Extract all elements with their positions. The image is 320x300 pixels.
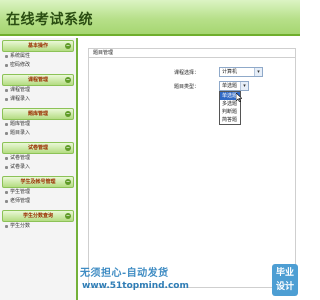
collapse-icon[interactable]: − <box>65 179 71 185</box>
menu-item-system-properties[interactable]: 系统属性 <box>2 52 74 61</box>
group-header-scores[interactable]: 学生分数查询 − <box>2 210 74 222</box>
menu-item-label: 系统属性 <box>10 53 31 59</box>
bullet-icon <box>5 64 8 67</box>
menu-item-exam-entry[interactable]: 试卷录入 <box>2 163 74 172</box>
collapse-icon[interactable]: − <box>65 77 71 83</box>
menu-item-student-scores[interactable]: 学生分数 <box>2 222 74 231</box>
menu-item-course-manage[interactable]: 课程管理 <box>2 86 74 95</box>
menu-item-label: 课程录入 <box>10 96 31 102</box>
app-header: 在线考试系统 <box>0 0 300 36</box>
group-header-exam[interactable]: 试卷管理 − <box>2 142 74 154</box>
group-header-basic[interactable]: 基本操作 − <box>2 40 74 52</box>
dropdown-option-short-answer[interactable]: 简答题 <box>220 116 240 124</box>
collapse-icon[interactable]: − <box>65 43 71 49</box>
watermark-url: www.51topmind.com <box>82 281 189 291</box>
course-select[interactable]: 计算机 ▾ <box>219 67 263 77</box>
menu-item-teacher-manage[interactable]: 老师管理 <box>2 197 74 206</box>
menu-group-scores: 学生分数查询 − 学生分数 <box>2 210 74 231</box>
menu-item-label: 老师管理 <box>10 198 31 204</box>
watermark: 无须担心-自动发货 www.51topmind.com <box>78 262 254 298</box>
menu-item-exam-manage[interactable]: 试卷管理 <box>2 154 74 163</box>
menu-item-label: 试卷管理 <box>10 155 31 161</box>
group-title: 题库管理 <box>27 111 48 117</box>
menu-item-course-entry[interactable]: 课程录入 <box>2 95 74 104</box>
bullet-icon <box>5 98 8 101</box>
menu-item-label: 学生分数 <box>10 223 31 229</box>
group-header-accounts[interactable]: 学生及帐号管理 − <box>2 176 74 188</box>
menu-item-label: 课程管理 <box>10 87 31 93</box>
question-manage-panel: 题目管理 课程选择： 计算机 ▾ 题目类型： 单选题 ▾ 单选题 多选题 判断题… <box>88 48 296 288</box>
menu-item-student-manage[interactable]: 学生管理 <box>2 188 74 197</box>
bullet-icon <box>5 200 8 203</box>
bullet-icon <box>5 166 8 169</box>
chevron-down-icon[interactable]: ▾ <box>240 82 248 90</box>
group-title: 试卷管理 <box>27 145 48 151</box>
group-header-question-bank[interactable]: 题库管理 − <box>2 108 74 120</box>
menu-group-accounts: 学生及帐号管理 − 学生管理 老师管理 <box>2 176 74 206</box>
bullet-icon <box>5 191 8 194</box>
menu-group-question-bank: 题库管理 − 题库管理 题目录入 <box>2 108 74 138</box>
collapse-icon[interactable]: − <box>65 213 71 219</box>
dropdown-option-judge[interactable]: 判断题 <box>220 108 240 116</box>
bullet-icon <box>5 132 8 135</box>
collapse-icon[interactable]: − <box>65 145 71 151</box>
app-title: 在线考试系统 <box>6 12 93 28</box>
menu-item-label: 密码修改 <box>10 62 31 68</box>
watermark-slogan: 无须担心-自动发货 <box>80 268 169 279</box>
question-type-label: 题目类型： <box>173 84 199 90</box>
bullet-icon <box>5 157 8 160</box>
menu-group-basic: 基本操作 − 系统属性 密码修改 <box>2 40 74 70</box>
sidebar: 基本操作 − 系统属性 密码修改 课程管理 − 课程管理 课程录入 题库管理 −… <box>0 38 78 300</box>
bullet-icon <box>5 123 8 126</box>
menu-item-label: 试卷录入 <box>10 164 31 170</box>
group-title: 课程管理 <box>27 77 48 83</box>
bullet-icon <box>5 55 8 58</box>
watermark-badge: 毕业设计 <box>272 264 298 296</box>
course-select-value: 计算机 <box>222 69 238 75</box>
group-header-course[interactable]: 课程管理 − <box>2 74 74 86</box>
panel-title: 题目管理 <box>89 49 295 58</box>
bullet-icon <box>5 89 8 92</box>
chevron-down-icon[interactable]: ▾ <box>254 68 262 76</box>
question-type-select-value: 单选题 <box>222 83 238 89</box>
menu-group-exam: 试卷管理 − 试卷管理 试卷录入 <box>2 142 74 172</box>
menu-item-label: 题库管理 <box>10 121 31 127</box>
group-title: 基本操作 <box>27 43 48 49</box>
collapse-icon[interactable]: − <box>65 111 71 117</box>
menu-item-label: 学生管理 <box>10 189 31 195</box>
menu-item-question-bank-manage[interactable]: 题库管理 <box>2 120 74 129</box>
menu-item-label: 题目录入 <box>10 130 31 136</box>
mouse-pointer-icon <box>236 93 242 102</box>
bullet-icon <box>5 225 8 228</box>
group-title: 学生及帐号管理 <box>20 179 56 185</box>
main-content: 题目管理 课程选择： 计算机 ▾ 题目类型： 单选题 ▾ 单选题 多选题 判断题… <box>84 44 298 294</box>
group-title: 学生分数查询 <box>22 213 53 219</box>
menu-group-course: 课程管理 − 课程管理 课程录入 <box>2 74 74 104</box>
question-type-select[interactable]: 单选题 ▾ <box>219 81 249 91</box>
course-label: 课程选择： <box>173 70 199 76</box>
menu-item-question-entry[interactable]: 题目录入 <box>2 129 74 138</box>
menu-item-change-password[interactable]: 密码修改 <box>2 61 74 70</box>
